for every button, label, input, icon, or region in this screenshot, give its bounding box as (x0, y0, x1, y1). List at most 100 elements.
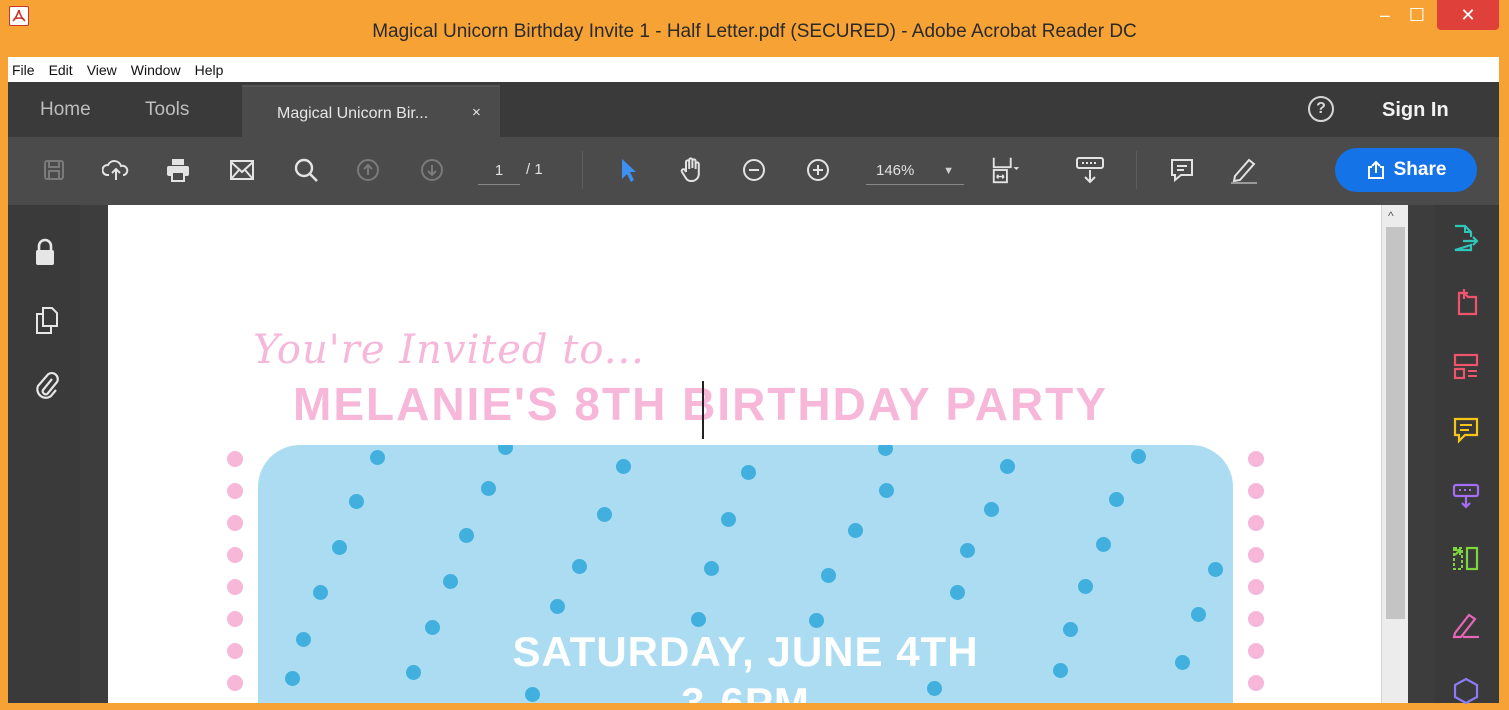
confetti-dot (313, 585, 328, 600)
invited-script-text: You're Invited to... (253, 327, 645, 373)
document-tab-label: Magical Unicorn Bir... (277, 105, 429, 122)
tab-tools[interactable]: Tools (145, 99, 189, 121)
create-pdf-icon[interactable] (1451, 287, 1481, 322)
zoom-value: 146% (876, 162, 915, 179)
share-button[interactable]: Share (1335, 148, 1477, 192)
menu-file[interactable]: File (8, 62, 42, 78)
upload-cloud-icon[interactable] (100, 154, 132, 186)
menu-view[interactable]: View (80, 62, 124, 78)
confetti-dot (848, 523, 863, 538)
confetti-dot (370, 450, 385, 465)
confetti-dot (809, 613, 824, 628)
page-fit-icon[interactable] (990, 154, 1022, 186)
next-page-icon[interactable] (416, 154, 448, 186)
hand-tool-icon[interactable] (676, 154, 708, 186)
menu-window[interactable]: Window (124, 62, 188, 78)
pink-dot (1248, 579, 1264, 595)
confetti-dot (498, 445, 513, 455)
text-cursor (702, 381, 704, 439)
pink-dot (227, 675, 243, 691)
page-total: / 1 (526, 161, 543, 178)
minimize-button[interactable]: – (1370, 0, 1400, 30)
pink-dot (227, 483, 243, 499)
highlight-pen-icon[interactable] (1228, 154, 1260, 186)
confetti-dot (741, 465, 756, 480)
confetti-dot (550, 599, 565, 614)
confetti-dot (960, 543, 975, 558)
pages-icon[interactable] (34, 305, 60, 340)
pink-dot (1248, 483, 1264, 499)
share-label: Share (1393, 159, 1447, 180)
invite-card: SATURDAY, JUNE 4TH 3-6PM (258, 445, 1233, 703)
close-tab-icon[interactable]: × (472, 104, 481, 121)
lock-icon[interactable] (34, 237, 56, 272)
fill-sign-icon[interactable] (1451, 609, 1481, 644)
confetti-dot (1078, 579, 1093, 594)
zoom-out-icon[interactable] (738, 154, 770, 186)
pink-dot (1248, 547, 1264, 563)
tab-document[interactable]: Magical Unicorn Bir... × (242, 85, 500, 137)
scroll-mode-icon[interactable] (1074, 154, 1106, 186)
share-icon (1367, 160, 1384, 179)
save-icon[interactable] (38, 154, 70, 186)
email-icon[interactable] (226, 154, 258, 186)
compress-icon[interactable] (1451, 543, 1481, 578)
acrobat-window: Magical Unicorn Birthday Invite 1 - Half… (0, 0, 1509, 705)
export-pdf-icon[interactable] (1451, 223, 1481, 258)
menu-bar: File Edit View Window Help (8, 57, 1499, 82)
toolbar-divider (1136, 151, 1137, 189)
previous-page-icon[interactable] (352, 154, 384, 186)
title-bar: Magical Unicorn Birthday Invite 1 - Half… (0, 0, 1509, 58)
pink-dot (1248, 675, 1264, 691)
confetti-dot (1109, 492, 1124, 507)
confetti-dot (572, 559, 587, 574)
scrollbar-thumb[interactable] (1386, 227, 1405, 619)
party-heading: MELANIE'S 8TH BIRTHDAY PARTY (293, 378, 1108, 430)
zoom-in-icon[interactable] (802, 154, 834, 186)
search-icon[interactable] (290, 154, 322, 186)
send-for-signature-icon[interactable] (1451, 479, 1481, 514)
party-date: SATURDAY, JUNE 4TH (512, 628, 979, 675)
confetti-dot (481, 481, 496, 496)
pink-dot (1248, 643, 1264, 659)
attachment-icon[interactable] (34, 369, 60, 404)
right-gutter (1408, 205, 1434, 703)
document-gutter (80, 205, 108, 703)
main-toolbar: 1 / 1 146% ▼ Share (8, 137, 1499, 205)
maximize-button[interactable]: ☐ (1402, 0, 1432, 30)
menu-edit[interactable]: Edit (42, 62, 80, 78)
confetti-dot (1131, 449, 1146, 464)
minimize-icon: – (1379, 4, 1390, 25)
pink-dot (1248, 611, 1264, 627)
confetti-dot (721, 512, 736, 527)
comment-icon[interactable] (1451, 415, 1481, 450)
tab-home[interactable]: Home (40, 99, 91, 121)
more-tools-icon[interactable] (1451, 675, 1481, 710)
confetti-dot (1208, 562, 1223, 577)
vertical-scrollbar[interactable]: ^ (1381, 205, 1408, 703)
pink-dot (227, 611, 243, 627)
confetti-dot (459, 528, 474, 543)
menu-help[interactable]: Help (188, 62, 231, 78)
confetti-dot (879, 483, 894, 498)
right-tools-panel (1434, 205, 1499, 705)
comment-icon[interactable] (1166, 154, 1198, 186)
pink-dot (227, 451, 243, 467)
zoom-select[interactable]: 146% ▼ (866, 157, 964, 185)
organize-pages-icon[interactable] (1451, 351, 1481, 386)
pdf-page[interactable]: You're Invited to... MELANIE'S 8TH BIRTH… (108, 205, 1381, 703)
help-icon[interactable]: ? (1308, 96, 1334, 122)
pink-dot (1248, 451, 1264, 467)
confetti-dot (349, 494, 364, 509)
confetti-dot (950, 585, 965, 600)
select-cursor-icon[interactable] (612, 154, 644, 186)
sign-in-button[interactable]: Sign In (1382, 99, 1449, 122)
page-number-input[interactable]: 1 (478, 157, 520, 185)
tab-bar: Home Tools Magical Unicorn Bir... × ? Si… (8, 82, 1499, 137)
close-button[interactable]: ✕ (1437, 0, 1499, 30)
collapsed-pane-tab[interactable] (1322, 337, 1384, 405)
confetti-dot (616, 459, 631, 474)
print-icon[interactable] (162, 154, 194, 186)
confetti-dot (1096, 537, 1111, 552)
scroll-up-icon[interactable]: ^ (1388, 209, 1394, 223)
